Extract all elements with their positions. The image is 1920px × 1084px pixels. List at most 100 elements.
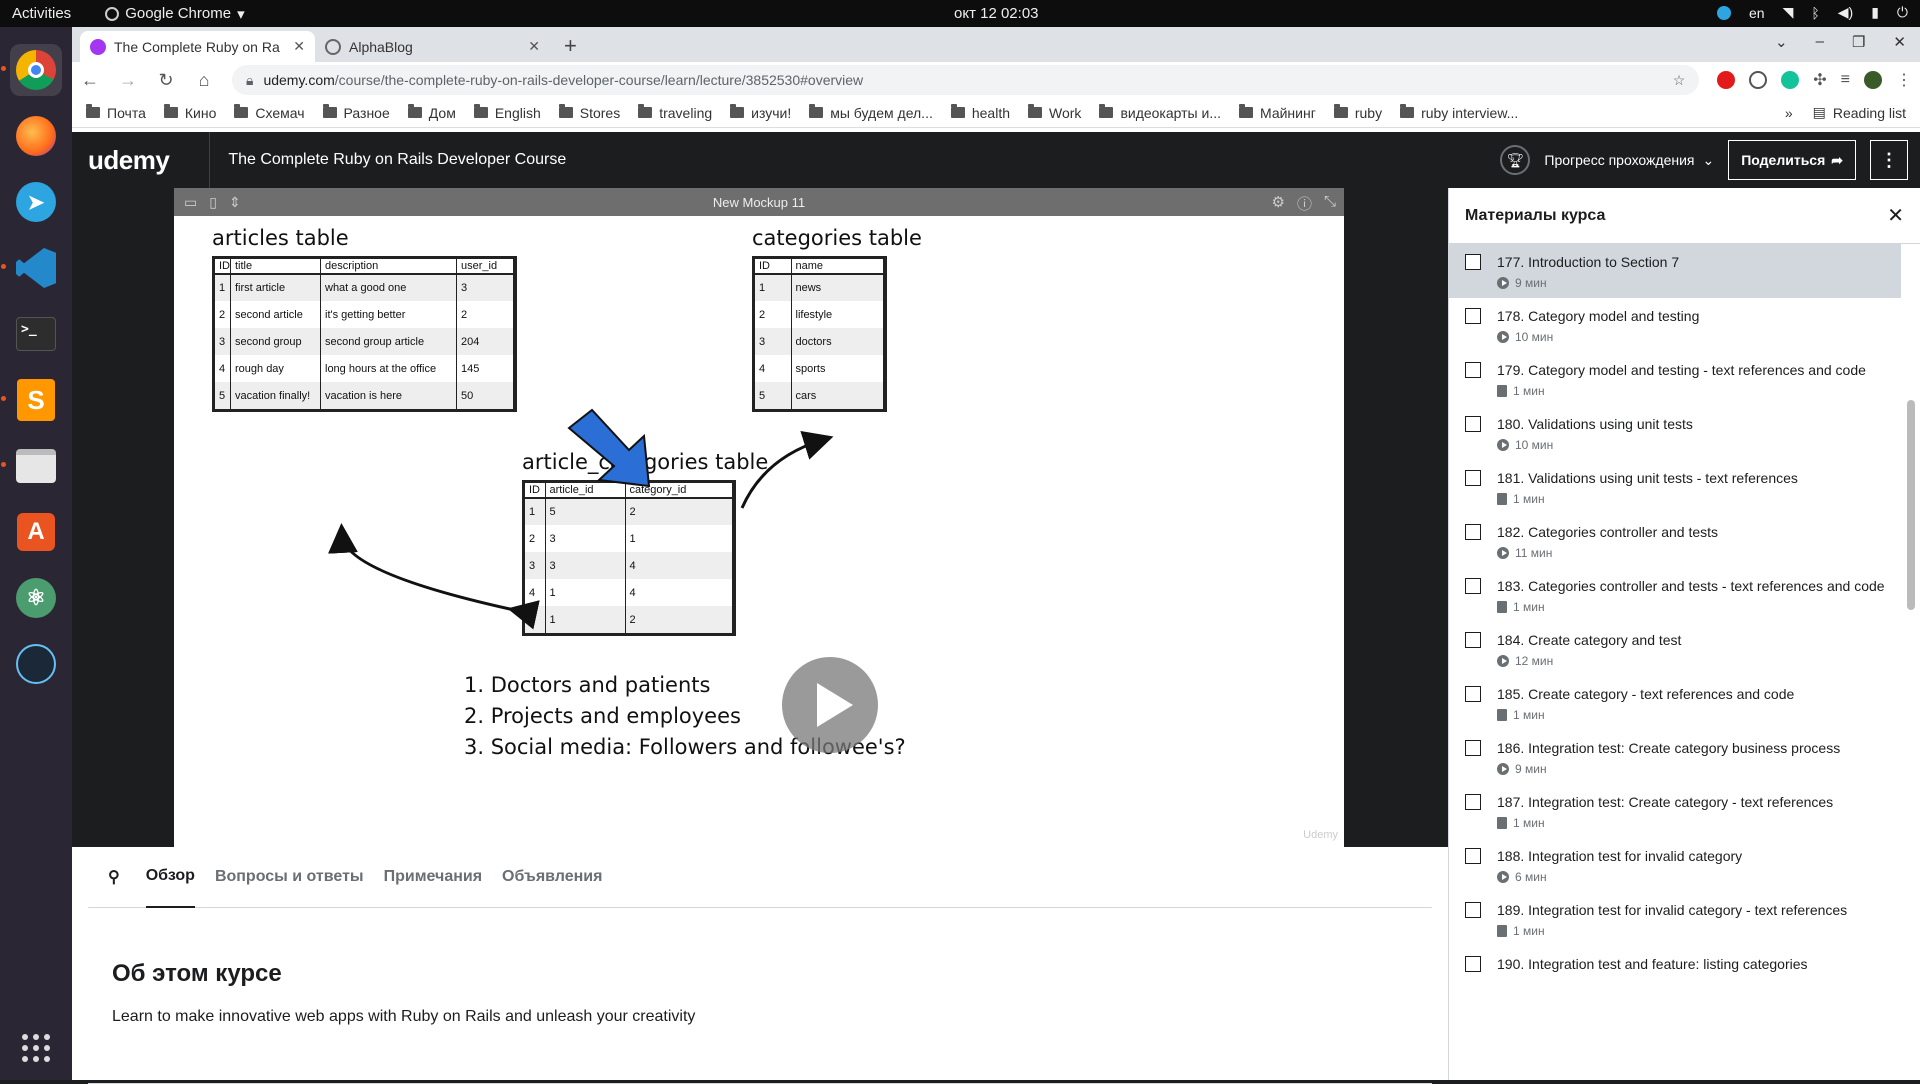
lecture-checkbox[interactable] [1465,308,1481,324]
lecture-checkbox[interactable] [1465,362,1481,378]
video-player[interactable]: ▭ ▯ ⇕ New Mockup 11 ⚙ ⓘ ⤡ articles table ID t… [72,188,1448,847]
new-tab-button[interactable]: + [564,33,577,59]
lecture-checkbox[interactable] [1465,902,1481,918]
lecture-checkbox[interactable] [1465,686,1481,702]
lecture-checkbox[interactable] [1465,524,1481,540]
show-applications-icon[interactable] [22,1034,50,1062]
tab-overview[interactable]: Обзор [145,847,195,908]
activities-button[interactable]: Activities [12,5,71,22]
tab-alphablog[interactable]: AlphaBlog ✕ [315,31,550,62]
extension-icon[interactable] [1749,71,1768,89]
opera-extension-icon[interactable] [1717,71,1736,89]
lecture-item[interactable]: 184. Create category and test 12 мин [1449,622,1901,676]
dock-software[interactable]: A [10,506,62,558]
minimize-button[interactable]: – [1816,33,1824,51]
bookmark-item[interactable]: ruby [1333,104,1382,121]
system-tray[interactable]: en ◥ ᛒ ◀) ▮ ⏻ [1717,4,1908,21]
lecture-checkbox[interactable] [1465,632,1481,648]
lecture-item[interactable]: 189. Integration test for invalid catego… [1449,892,1901,946]
trophy-icon[interactable]: 🏆︎ [1500,145,1531,175]
bookmark-item[interactable]: Почта [86,104,146,121]
lecture-checkbox[interactable] [1465,794,1481,810]
close-icon[interactable]: ✕ [293,38,305,55]
dock-sublime[interactable]: S [1,374,62,426]
lecture-item[interactable]: 180. Validations using unit tests 10 мин [1449,406,1901,460]
bookmark-star-icon[interactable]: ☆ [1673,72,1686,89]
lecture-checkbox[interactable] [1465,416,1481,432]
bookmark-item[interactable]: Кино [163,104,216,121]
dock-chrome[interactable] [1,44,62,96]
play-button[interactable] [782,657,878,753]
share-button[interactable]: Поделиться ➦ [1728,140,1856,180]
lecture-checkbox[interactable] [1465,578,1481,594]
bookmark-item[interactable]: ruby interview... [1400,104,1518,121]
lecture-item[interactable]: 182. Categories controller and tests 11 м… [1449,514,1901,568]
lecture-item[interactable]: 177. Introduction to Section 7 9 мин [1449,244,1901,298]
bookmark-item[interactable]: мы будем дел... [809,104,933,121]
bookmark-item[interactable]: traveling [638,104,712,121]
clock[interactable]: окт 12 02:03 [954,5,1039,22]
bookmark-item[interactable]: Stores [558,104,620,121]
lecture-item[interactable]: 186. Integration test: Create category b… [1449,730,1901,784]
tab-notes[interactable]: Примечания [384,847,482,908]
grammarly-icon[interactable] [1781,71,1800,89]
lecture-item[interactable]: 181. Validations using unit tests - text… [1449,460,1901,514]
dock-vscode[interactable] [1,242,62,294]
scrollbar[interactable] [1906,250,1916,1070]
lecture-item[interactable]: 187. Integration test: Create category -… [1449,784,1901,838]
bookmark-item[interactable]: Разное [322,104,390,121]
maximize-button[interactable]: ❐ [1852,33,1865,51]
bookmark-item[interactable]: Дом [407,104,456,121]
bookmark-item[interactable]: видеокарты и... [1099,104,1221,121]
lecture-checkbox[interactable] [1465,470,1481,486]
bookmark-item[interactable]: English [473,104,541,121]
tab-announcements[interactable]: Объявления [502,847,602,908]
puzzle-icon[interactable]: ✣ [1813,70,1826,90]
lecture-checkbox[interactable] [1465,956,1481,972]
dock-telegram[interactable]: ➤ [10,176,62,228]
dock-files[interactable] [1,440,62,492]
dock-atom[interactable]: ⚛ [10,572,62,624]
more-bookmarks-icon[interactable]: » [1785,105,1793,121]
lecture-checkbox[interactable] [1465,848,1481,864]
lecture-checkbox[interactable] [1465,254,1481,270]
home-button[interactable]: ⌂ [194,70,214,91]
dock-steam[interactable] [10,638,62,690]
lecture-item[interactable]: 188. Integration test for invalid catego… [1449,838,1901,892]
kebab-menu-icon[interactable]: ⋮ [1896,70,1912,90]
tab-search-icon[interactable]: ⌄ [1775,33,1788,51]
course-title[interactable]: The Complete Ruby on Rails Developer Cou… [209,132,566,188]
back-button[interactable]: ← [80,70,100,91]
dock-firefox[interactable] [10,110,62,162]
app-menu[interactable]: Google Chrome ▾ [105,5,245,23]
tab-qa[interactable]: Вопросы и ответы [215,847,364,908]
bookmark-item[interactable]: изучи! [730,104,791,121]
address-bar[interactable]: 🔒︎ udemy.com/course/the-complete-ruby-on… [232,65,1700,95]
bookmark-item[interactable]: health [950,104,1010,121]
tab-udemy[interactable]: The Complete Ruby on Ra ✕ [80,31,315,62]
playlist-icon[interactable]: ≡ [1841,71,1850,89]
dock-terminal[interactable]: >_ [10,308,62,360]
search-icon[interactable]: ⚲ [108,867,120,887]
scrollbar-thumb[interactable] [1907,400,1915,610]
lecture-item[interactable]: 178. Category model and testing 10 мин [1449,298,1901,352]
language-indicator[interactable]: en [1749,5,1765,21]
lecture-checkbox[interactable] [1465,740,1481,756]
reload-button[interactable]: ↻ [156,70,176,91]
lecture-item[interactable]: 179. Category model and testing - text r… [1449,352,1901,406]
more-options-button[interactable]: ⋮ [1870,140,1908,180]
lecture-item[interactable]: 183. Categories controller and tests - t… [1449,568,1901,622]
bookmark-item[interactable]: Work [1028,104,1081,121]
lecture-item[interactable]: 185. Create category - text references a… [1449,676,1901,730]
udemy-logo[interactable]: udemy [88,145,170,176]
avatar[interactable] [1864,71,1882,89]
progress-dropdown[interactable]: Прогресс прохождения ⌄ [1544,152,1714,169]
close-window-button[interactable]: ✕ [1893,33,1906,51]
close-icon[interactable]: ✕ [1887,203,1904,228]
bookmark-item[interactable]: Майнинг [1239,104,1316,121]
forward-button[interactable]: → [118,70,138,91]
close-icon[interactable]: ✕ [528,38,540,55]
lecture-item[interactable]: 190. Integration test and feature: listi… [1449,946,1901,982]
bookmark-item[interactable]: Схемач [234,104,305,121]
reading-list-button[interactable]: ▤ Reading list [1813,104,1906,121]
